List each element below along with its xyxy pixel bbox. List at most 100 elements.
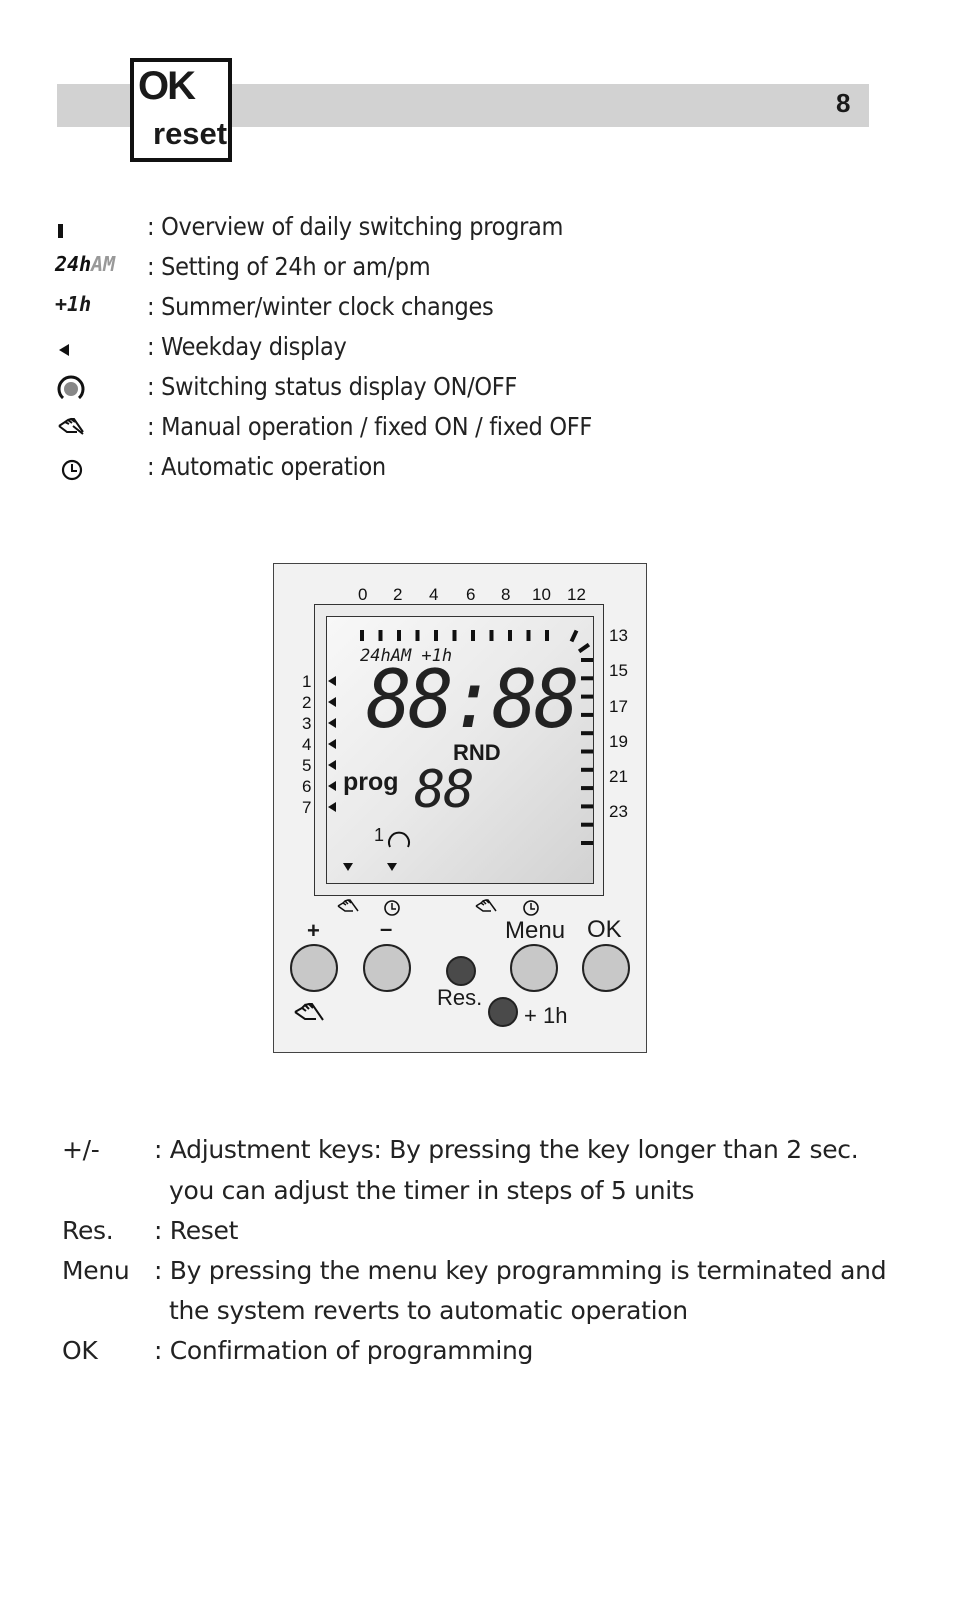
legend-text: : Setting of 24h or am/pm	[147, 252, 431, 281]
triangle-left-icon	[328, 718, 336, 728]
minus-button[interactable]	[363, 944, 411, 992]
hour-label: 23	[609, 802, 628, 821]
page-number: 8	[836, 88, 851, 118]
program-segment	[397, 630, 401, 641]
weekday-indicators	[328, 676, 336, 812]
triangle-down-icon	[387, 863, 397, 871]
reset-button[interactable]	[446, 956, 476, 986]
weekday-label: 7	[302, 798, 312, 817]
program-segment	[581, 731, 593, 736]
plus-1h-button-label: + 1h	[524, 1003, 568, 1028]
hand-icon	[475, 899, 497, 912]
hour-label: 10	[532, 585, 551, 604]
key-desc: you can adjust the timer in steps of 5 u…	[169, 1176, 695, 1205]
weekday-label: 5	[302, 756, 312, 775]
lcd-prog-number: 88	[414, 760, 475, 820]
bar-segment-icon	[55, 212, 140, 242]
menu-button-label: Menu	[505, 917, 566, 944]
triangle-left-icon	[328, 676, 336, 686]
program-segment	[489, 630, 494, 641]
hour-label: 19	[609, 732, 628, 751]
key-name: Res.	[62, 1216, 114, 1245]
triangle-left-icon	[328, 760, 336, 770]
program-segment	[434, 630, 438, 641]
hour-label: 21	[609, 767, 628, 786]
program-segment	[581, 712, 593, 717]
legend-item: : Weekday display	[55, 328, 855, 368]
ok-reset-badge: OK reset	[130, 58, 232, 162]
legend-text: : Manual operation / fixed ON / fixed OF…	[147, 412, 593, 441]
program-segment	[526, 630, 531, 641]
program-segment	[581, 694, 593, 699]
legend-item: : Automatic operation	[55, 448, 855, 488]
weekday-label: 1	[302, 672, 312, 691]
program-segment	[508, 630, 512, 641]
legend-text: : Automatic operation	[147, 452, 386, 481]
program-segment	[581, 658, 593, 662]
legend-text: : Weekday display	[147, 332, 347, 361]
legend-item: +1h : Summer/winter clock changes	[55, 288, 855, 328]
program-segment	[581, 786, 593, 791]
program-segment	[581, 841, 593, 845]
plus-1h-button[interactable]	[488, 997, 518, 1027]
program-segment	[360, 630, 364, 641]
hour-label: 13	[609, 626, 628, 645]
weekday-label: 2	[302, 693, 312, 712]
menu-button[interactable]	[510, 944, 558, 992]
badge-ok-label: OK	[138, 64, 196, 108]
key-desc: : Adjustment keys: By pressing the key l…	[154, 1135, 859, 1164]
hand-icon	[294, 1002, 324, 1021]
legend-item: : Switching status display ON/OFF	[55, 368, 855, 408]
program-segment	[577, 642, 591, 654]
hour-label: 0	[358, 585, 368, 604]
hour-label: 17	[609, 697, 628, 716]
weekday-label: 3	[302, 714, 312, 733]
key-desc: : Reset	[154, 1216, 239, 1245]
triangle-left-icon	[328, 697, 336, 707]
key-name: Menu	[62, 1256, 130, 1285]
program-segment	[581, 767, 593, 772]
triangle-left-icon	[328, 781, 336, 791]
hour-label: 8	[501, 585, 511, 604]
program-segment	[581, 804, 593, 809]
program-segment	[378, 630, 383, 641]
legend-text: : Summer/winter clock changes	[147, 292, 494, 321]
key-desc: the system reverts to automatic operatio…	[169, 1296, 688, 1325]
program-segment	[581, 676, 593, 681]
program-segment	[581, 822, 593, 827]
triangle-down-icon	[343, 863, 353, 871]
clock-icon	[523, 900, 539, 916]
program-segment	[471, 630, 475, 641]
triangle-left-icon	[55, 332, 140, 362]
badge-reset-label: reset	[153, 116, 228, 151]
program-segment	[581, 749, 593, 754]
ok-button-label: OK	[587, 916, 622, 943]
key-desc: : By pressing the menu key programming i…	[154, 1256, 887, 1285]
ok-button[interactable]	[582, 944, 630, 992]
weekday-label: 4	[302, 735, 312, 754]
hand-icon	[337, 899, 359, 912]
key-name: OK	[62, 1336, 98, 1365]
switch-status-icon	[388, 831, 410, 848]
program-segment	[452, 630, 457, 641]
mode-indicators	[343, 863, 397, 871]
hour-label: 12	[567, 585, 586, 604]
switch-status-icon	[55, 372, 140, 402]
plus-button[interactable]	[290, 944, 338, 992]
triangle-left-icon	[328, 739, 336, 749]
legend-text: : Switching status display ON/OFF	[147, 372, 518, 401]
plus-1h-icon: +1h	[55, 292, 92, 316]
reset-button-label: Res.	[437, 985, 483, 1010]
24h-am-icon: 24hAM	[55, 252, 116, 276]
legend-item: 24hAM : Setting of 24h or am/pm	[55, 248, 855, 288]
plus-button-label: +	[307, 918, 320, 943]
hand-icon	[55, 412, 140, 442]
lcd-time-display: 88:88	[366, 653, 580, 746]
legend-text: : Overview of daily switching program	[147, 212, 564, 241]
hour-label: 2	[393, 585, 403, 604]
lcd-prog-label: prog	[343, 768, 399, 796]
triangle-left-icon	[328, 802, 336, 812]
clock-icon	[384, 900, 400, 916]
weekday-label: 6	[302, 777, 312, 796]
program-segment	[569, 629, 579, 643]
